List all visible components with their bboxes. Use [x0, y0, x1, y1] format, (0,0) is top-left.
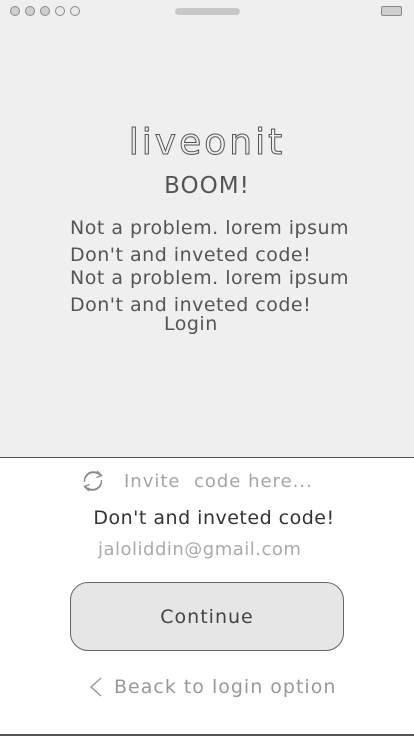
refresh-icon[interactable] — [80, 468, 106, 494]
email-display: jaloliddin@gmail.com — [98, 539, 302, 560]
continue-button[interactable]: Continue — [70, 582, 344, 651]
signal-dot — [70, 6, 80, 16]
invite-code-input[interactable] — [124, 470, 344, 492]
signal-dot — [10, 6, 20, 16]
battery-icon — [381, 6, 402, 16]
signal-dots-icon — [10, 6, 80, 16]
back-to-login-link[interactable]: Beack to login option — [88, 675, 336, 699]
login-link[interactable]: Login — [164, 313, 218, 335]
invite-code-screen: liveonit BOOM! Not a problem. lorem ipsu… — [0, 0, 414, 736]
chevron-left-icon — [88, 675, 104, 699]
page-title: BOOM! — [164, 173, 250, 199]
message-line: Not a problem. lorem ipsum — [70, 217, 350, 239]
invite-hint: Don't and inveted code! — [93, 507, 335, 529]
message-line: Not a problem. lorem ipsum — [70, 267, 350, 289]
status-bar — [0, 0, 414, 24]
signal-dot — [55, 6, 65, 16]
back-to-login-label: Beack to login option — [114, 676, 337, 698]
message-line: Don't and inveted code! — [70, 244, 312, 266]
signal-dot — [40, 6, 50, 16]
app-logo: liveonit — [128, 122, 286, 164]
invite-code-field[interactable] — [80, 468, 344, 494]
signal-dot — [25, 6, 35, 16]
speaker-notch — [175, 8, 240, 15]
header-panel: liveonit BOOM! Not a problem. lorem ipsu… — [0, 0, 414, 458]
